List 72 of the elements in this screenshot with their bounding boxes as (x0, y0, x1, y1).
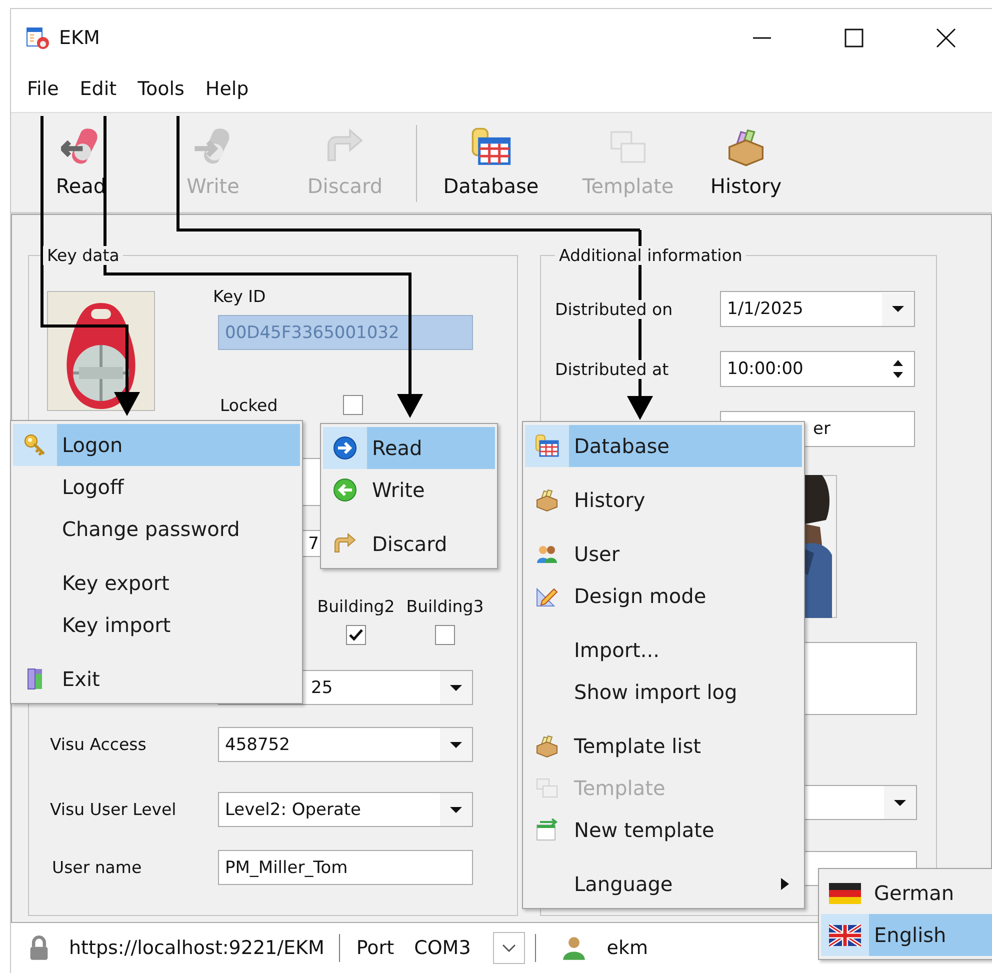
checkbox[interactable] (435, 625, 455, 645)
menu-item[interactable]: Change password (13, 508, 300, 550)
flag-icon (829, 923, 861, 947)
checkbox[interactable] (343, 395, 363, 415)
key-icon (23, 433, 47, 457)
menu-bar-item[interactable]: Help (204, 76, 250, 102)
spinner-icon[interactable] (891, 358, 905, 380)
menu-item[interactable]: English (821, 914, 992, 956)
window-title: EKM (59, 26, 100, 48)
toolbar-button[interactable]: History (696, 113, 796, 212)
caret-icon (893, 798, 907, 806)
menu-item[interactable]: Language (525, 863, 802, 905)
time-field[interactable]: 10:00:00 (720, 351, 915, 387)
combo-box[interactable]: 458752 (218, 727, 473, 762)
status-text: COM3 (414, 937, 471, 959)
app-icon (26, 26, 50, 50)
calendar-icon (535, 818, 559, 842)
arrow-left-icon (333, 478, 357, 502)
caret-icon (449, 806, 463, 814)
field-label: Visu User Level (50, 800, 178, 819)
field-label: Visu Access (50, 735, 148, 754)
combo-box[interactable]: 1/1/2025 (720, 291, 915, 327)
checkbox[interactable] (346, 625, 366, 645)
card-box-icon (535, 488, 559, 512)
toolbar-button[interactable]: Database (441, 113, 541, 212)
caret-icon (449, 740, 463, 748)
field-label: Locked (220, 396, 279, 414)
menu-item[interactable]: Database (525, 425, 802, 467)
checkbox-label: Building3 (406, 597, 484, 616)
flag-icon (829, 881, 861, 905)
menu-item[interactable]: Write (323, 469, 495, 511)
menu-item[interactable]: Import... (525, 629, 802, 671)
menu-item[interactable]: Design mode (525, 575, 802, 617)
menu-item[interactable]: Read (323, 427, 495, 469)
status-text: https://localhost:9221/EKM (69, 937, 324, 959)
status-label: Port (356, 937, 394, 959)
menu-bar-item[interactable]: Edit (78, 76, 118, 102)
table-icon (535, 434, 559, 458)
folders-icon (535, 776, 559, 800)
menu-item[interactable]: Logon (13, 424, 300, 466)
arrow-right-icon (333, 436, 357, 460)
combo-box[interactable]: Level2: Operate (218, 792, 473, 827)
caret-icon (449, 684, 463, 692)
menu-item[interactable]: German (821, 872, 992, 914)
menu-item[interactable]: Discard (323, 523, 495, 565)
menu-item[interactable]: Show import log (525, 671, 802, 713)
status-text: ekm (606, 937, 648, 959)
submenu-arrow-icon (780, 877, 790, 891)
menu-item[interactable]: Key import (13, 604, 300, 646)
user-icon (560, 935, 587, 961)
menu-bar-item[interactable]: Tools (136, 76, 186, 102)
field-label: Distributed at (555, 360, 669, 378)
menu-bar-item[interactable]: File (26, 76, 60, 102)
input-field[interactable]: PM_Miller_Tom (218, 850, 473, 885)
menu-item[interactable]: New template (525, 809, 802, 851)
field-label: User name (52, 858, 143, 877)
maximize-icon[interactable] (844, 28, 864, 48)
close-icon[interactable] (936, 28, 956, 48)
table-icon (471, 127, 511, 167)
field-label: Key ID (213, 287, 267, 306)
dropdown-button[interactable] (492, 932, 525, 964)
menu-item[interactable]: Template list (525, 725, 802, 767)
menu-item[interactable]: History (525, 479, 802, 521)
menu-item[interactable]: Key export (13, 562, 300, 604)
menu-item[interactable]: Logoff (13, 466, 300, 508)
chevron-icon (502, 944, 516, 952)
field-label: Distributed on (555, 300, 673, 318)
caret-icon (891, 305, 905, 313)
card-box-icon (726, 127, 766, 167)
checkbox-label: Building2 (317, 597, 395, 616)
card-box-icon (535, 734, 559, 758)
menu-item[interactable]: User (525, 533, 802, 575)
